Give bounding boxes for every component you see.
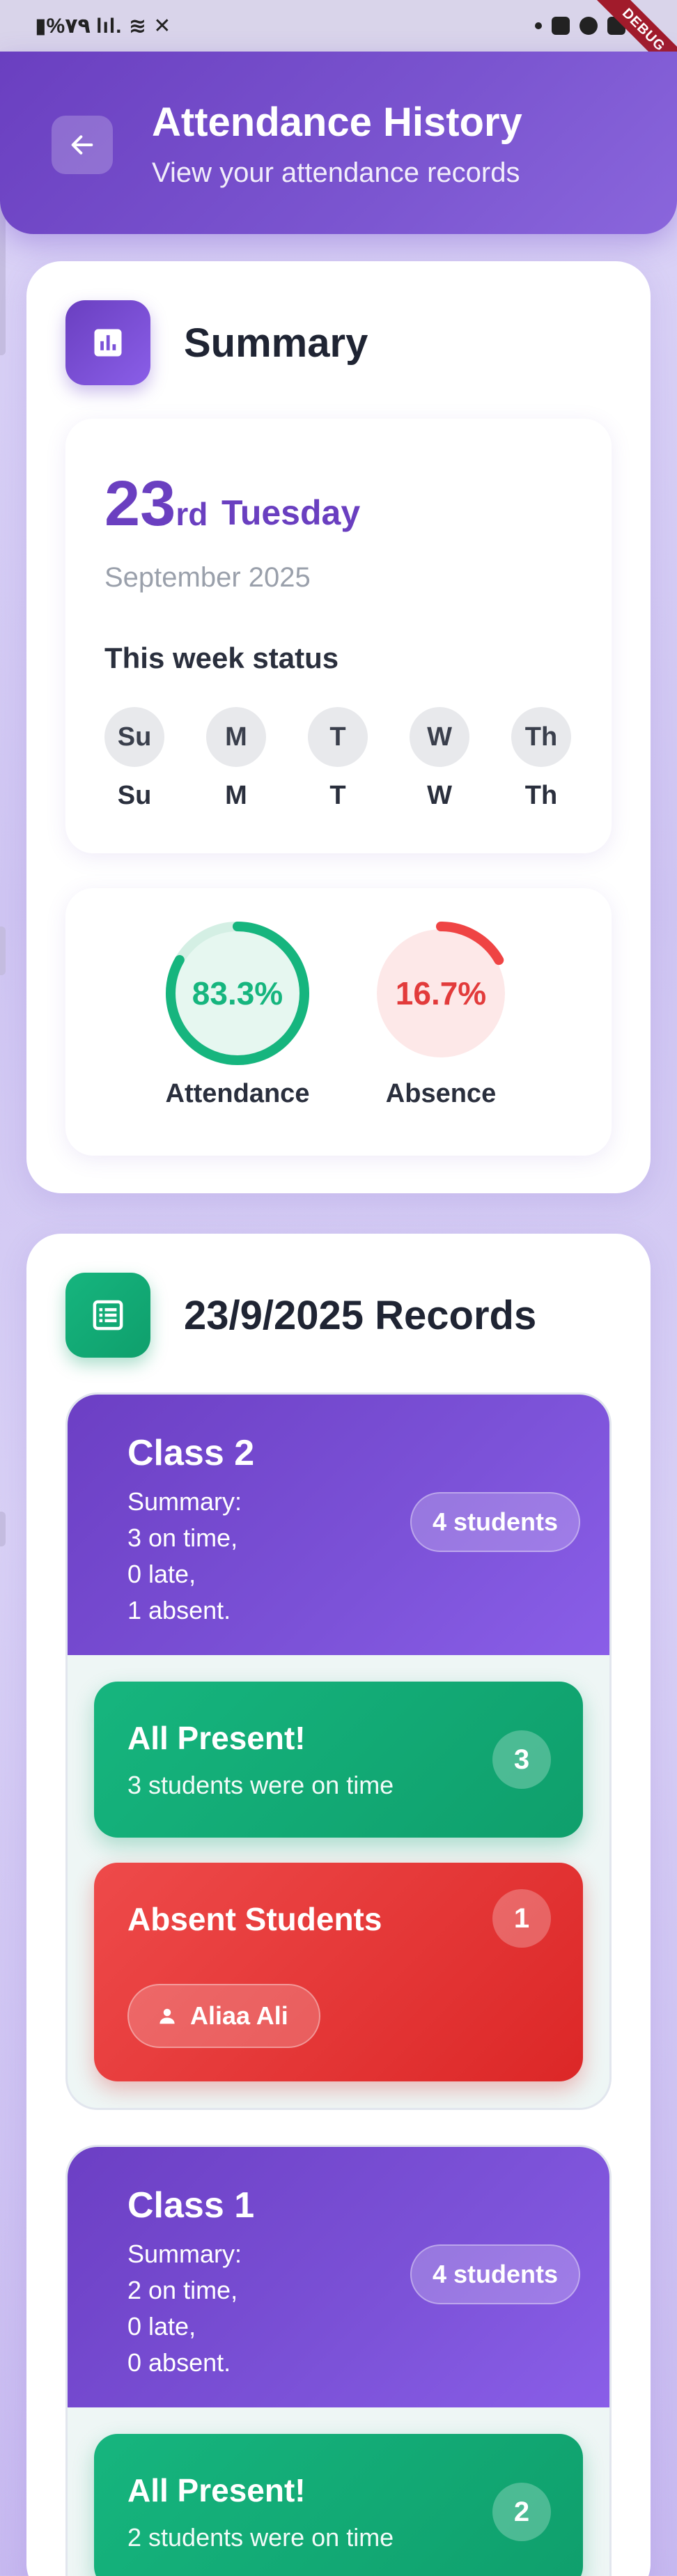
summary-line: Summary: xyxy=(127,1487,242,1516)
all-present-card: All Present! 2 students were on time 2 xyxy=(94,2434,583,2576)
absent-students-card: Absent Students 1 Aliaa Ali xyxy=(94,1863,583,2081)
list-icon xyxy=(93,1300,123,1330)
day-label-tuesday: T xyxy=(329,781,346,810)
attendance-ring: 83.3% xyxy=(164,920,311,1066)
page-title: Attendance History xyxy=(152,100,522,145)
summary-line: 0 late, xyxy=(127,2312,196,2341)
summary-card: Summary 23rd Tuesday September 2025 This… xyxy=(26,261,651,1193)
class-record-block[interactable]: Class 2 Summary: 3 on time, 0 late, 1 ab… xyxy=(65,1392,612,2110)
day-circle-thursday: Th xyxy=(511,707,571,767)
day-circle-wednesday: W xyxy=(410,707,469,767)
summary-line: 3 on time, xyxy=(127,1523,238,1552)
absent-student-chip[interactable]: Aliaa Ali xyxy=(127,1984,320,2048)
summary-line: 0 late, xyxy=(127,1560,196,1588)
month-year: September 2025 xyxy=(104,562,311,593)
summary-icon-box xyxy=(65,300,150,385)
page-subtitle: View your attendance records xyxy=(152,157,520,188)
bar-chart-icon xyxy=(94,329,122,357)
summary-line: Summary: xyxy=(127,2240,242,2268)
day-label-sunday: Su xyxy=(117,781,152,810)
class-summary: Summary: 3 on time, 0 late, 1 absent. xyxy=(127,1484,242,1629)
day-number-value: 23 xyxy=(104,468,176,539)
absent-count-badge: 1 xyxy=(492,1889,551,1948)
absence-ring: 16.7% xyxy=(368,920,514,1066)
present-count-badge: 3 xyxy=(492,1730,551,1789)
day-circle-monday: M xyxy=(206,707,266,767)
day-suffix: rd xyxy=(176,496,208,532)
attendance-percent: 83.3% xyxy=(192,975,283,1011)
attendance-label: Attendance xyxy=(165,1079,310,1108)
class-record-block[interactable]: Class 1 Summary: 2 on time, 0 late, 0 ab… xyxy=(65,2145,612,2576)
summary-line: 1 absent. xyxy=(127,1596,231,1624)
absent-title: Absent Students xyxy=(127,1901,382,1937)
class-header: Class 1 Summary: 2 on time, 0 late, 0 ab… xyxy=(68,2147,609,2407)
day-number: 23rd xyxy=(104,467,208,541)
present-title: All Present! xyxy=(127,2472,306,2508)
present-subtitle: 2 students were on time xyxy=(127,2523,394,2552)
present-subtitle: 3 students were on time xyxy=(127,1771,394,1799)
records-card: 23/9/2025 Records Class 2 Summary: 3 on … xyxy=(26,1234,651,2576)
status-bar-left: ▮%٧٩ lıl. ≋ ✕ xyxy=(35,14,172,38)
left-edge-decoration xyxy=(0,1512,6,1546)
person-icon xyxy=(159,2008,175,2024)
class-header: Class 2 Summary: 3 on time, 0 late, 1 ab… xyxy=(68,1395,609,1655)
class-name: Class 2 xyxy=(127,1433,255,1473)
summary-title: Summary xyxy=(184,320,368,366)
absent-student-name: Aliaa Ali xyxy=(190,2001,288,2030)
day-circle-tuesday: T xyxy=(308,707,368,767)
day-label-wednesday: W xyxy=(427,781,452,810)
notification-dot-icon xyxy=(535,22,542,29)
app-header: Attendance History View your attendance … xyxy=(0,52,677,234)
class-summary: Summary: 2 on time, 0 late, 0 absent. xyxy=(127,2236,242,2381)
summary-line: 2 on time, xyxy=(127,2276,238,2304)
present-title: All Present! xyxy=(127,1720,306,1756)
records-title: 23/9/2025 Records xyxy=(184,1293,537,1338)
day-label-thursday: Th xyxy=(524,781,558,810)
day-label-monday: M xyxy=(225,781,247,810)
students-count-pill: 4 students xyxy=(410,2244,580,2304)
absence-percent: 16.7% xyxy=(395,975,487,1011)
snapchat-icon xyxy=(579,17,598,35)
date-card: 23rd Tuesday September 2025 This week st… xyxy=(65,419,612,853)
present-count-badge: 2 xyxy=(492,2483,551,2541)
back-button[interactable] xyxy=(52,116,113,174)
left-edge-decoration xyxy=(0,926,6,975)
app-notification-icon xyxy=(552,17,570,35)
absence-label: Absence xyxy=(385,1079,497,1108)
week-status-label: This week status xyxy=(104,642,339,674)
arrow-left-icon xyxy=(71,135,93,155)
all-present-card: All Present! 3 students were on time 3 xyxy=(94,1682,583,1838)
stats-card: 83.3% Attendance 16.7% Absence xyxy=(65,888,612,1156)
records-icon-box xyxy=(65,1273,150,1358)
students-count-pill: 4 students xyxy=(410,1492,580,1552)
summary-line: 0 absent. xyxy=(127,2348,231,2377)
day-circle-sunday: Su xyxy=(104,707,164,767)
status-bar: ▮%٧٩ lıl. ≋ ✕ DEBUG xyxy=(0,0,677,88)
weekday-name: Tuesday xyxy=(221,493,361,532)
class-name: Class 1 xyxy=(127,2185,255,2226)
